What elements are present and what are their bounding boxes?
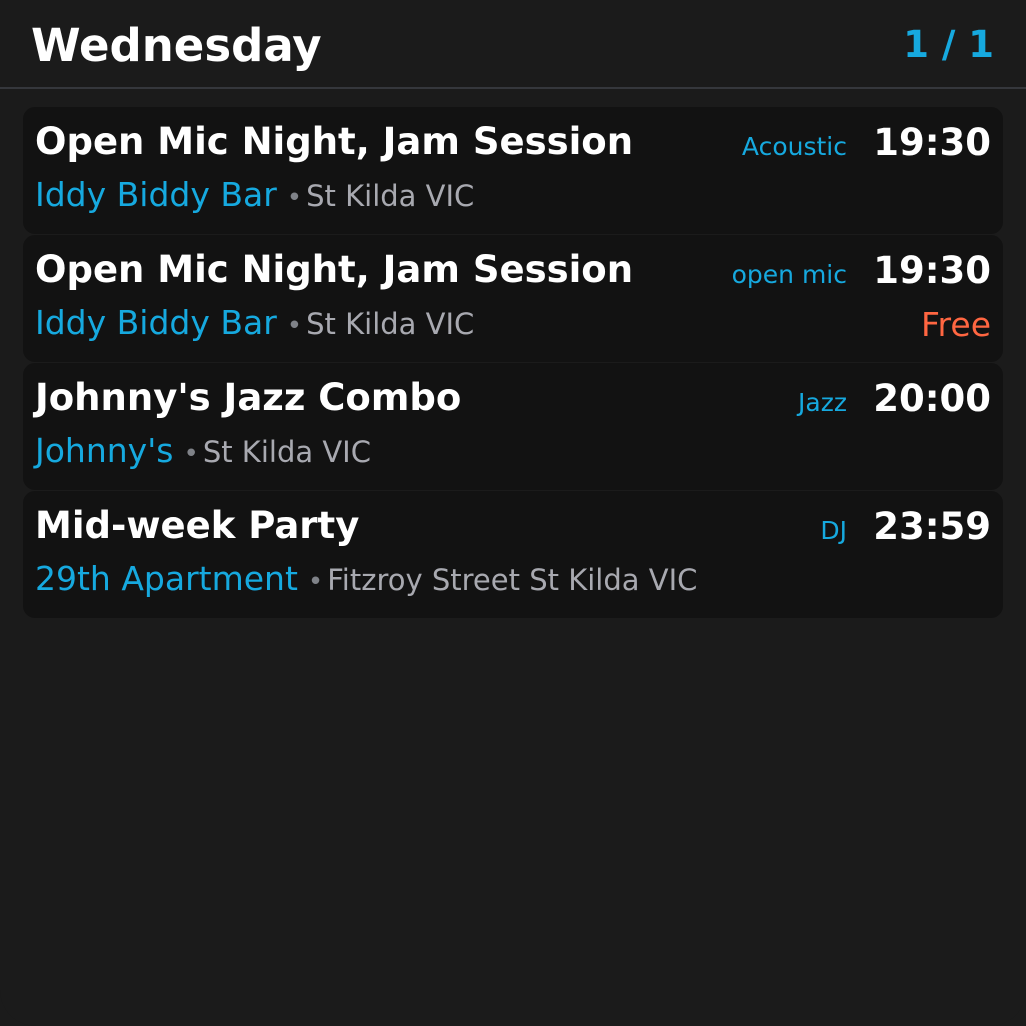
- day-title: Wednesday: [31, 19, 322, 72]
- page-indicator: 1 / 1: [903, 23, 994, 66]
- event-genre: DJ: [820, 516, 847, 545]
- event-title: Mid-week Party: [35, 504, 360, 547]
- event-venue-line: Johnny's • St Kilda VIC: [35, 431, 371, 477]
- event-location: St Kilda VIC: [202, 435, 371, 469]
- event-time: 19:30: [873, 121, 991, 164]
- event-location: St Kilda VIC: [306, 179, 475, 213]
- event-venue-line: Iddy Biddy Bar • St Kilda VIC: [35, 303, 474, 349]
- event-time: 19:30: [873, 249, 991, 292]
- event-title: Open Mic Night, Jam Session: [35, 248, 634, 291]
- event-card[interactable]: Open Mic Night, Jam Session Acoustic 19:…: [23, 107, 1003, 234]
- event-price: Free: [920, 305, 991, 344]
- header: Wednesday 1 / 1: [0, 0, 1026, 89]
- separator-dot: •: [286, 183, 303, 213]
- event-list: Open Mic Night, Jam Session Acoustic 19:…: [23, 107, 1003, 619]
- event-location: Fitzroy Street St Kilda VIC: [327, 563, 698, 597]
- event-list-screen: Wednesday 1 / 1 Open Mic Night, Jam Sess…: [0, 0, 1026, 1026]
- event-title: Johnny's Jazz Combo: [35, 376, 462, 419]
- event-venue: Iddy Biddy Bar: [35, 175, 277, 214]
- event-genre: Acoustic: [741, 132, 847, 161]
- event-venue: 29th Apartment: [35, 559, 298, 598]
- event-venue-line: Iddy Biddy Bar • St Kilda VIC: [35, 175, 474, 221]
- event-card[interactable]: Open Mic Night, Jam Session open mic 19:…: [23, 235, 1003, 362]
- event-venue-line: 29th Apartment • Fitzroy Street St Kilda V…: [35, 559, 697, 605]
- event-genre: Jazz: [798, 388, 847, 417]
- event-venue: Iddy Biddy Bar: [35, 303, 277, 342]
- event-card[interactable]: Johnny's Jazz Combo Jazz 20:00 Johnny's •…: [23, 363, 1003, 490]
- event-genre: open mic: [731, 260, 847, 289]
- event-location: St Kilda VIC: [306, 307, 475, 341]
- separator-dot: •: [286, 311, 303, 341]
- separator-dot: •: [307, 567, 324, 597]
- event-card[interactable]: Mid-week Party DJ 23:59 29th Apartment • F…: [23, 491, 1003, 618]
- event-title: Open Mic Night, Jam Session: [35, 120, 634, 163]
- separator-dot: •: [183, 439, 199, 469]
- event-time: 20:00: [873, 377, 991, 420]
- event-time: 23:59: [873, 505, 991, 548]
- event-venue: Johnny's: [35, 431, 174, 470]
